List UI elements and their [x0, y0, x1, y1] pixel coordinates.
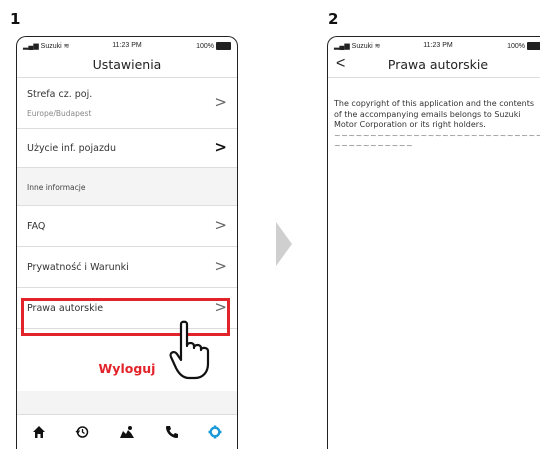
status-bar: ▂▄▆ Suzuki ≋ 11:23 PM 100%	[17, 37, 237, 53]
chevron-right-icon: >	[214, 93, 227, 112]
battery-icon	[527, 42, 540, 50]
step-number-2: 2	[328, 10, 339, 28]
phone-screen-settings: ▂▄▆ Suzuki ≋ 11:23 PM 100% Ustawienia St…	[16, 36, 238, 449]
hand-pointer-icon	[169, 320, 210, 380]
settings-header: Ustawienia	[17, 53, 237, 78]
phone-screen-copyright: ▂▄▆ Suzuki ≋ 11:23 PM 100% < Prawa autor…	[327, 36, 540, 449]
copyright-body: The copyright of this application and th…	[334, 99, 540, 152]
timezone-row[interactable]: Strefa cz. poj. Europe/Budapest >	[17, 78, 237, 129]
map-icon[interactable]	[119, 425, 135, 439]
timezone-value: Europe/Budapest	[27, 109, 92, 118]
privacy-row[interactable]: Prywatność i Warunki >	[17, 247, 237, 288]
battery-icon	[216, 42, 231, 50]
chevron-right-icon: >	[214, 216, 227, 235]
tab-bar	[17, 414, 237, 449]
timezone-label: Strefa cz. poj.	[27, 89, 93, 100]
section-label: Inne informacje	[27, 183, 86, 192]
vehicle-info-row[interactable]: Użycie inf. pojazdu >	[17, 129, 237, 168]
faq-row[interactable]: FAQ >	[17, 206, 237, 247]
logout-label: Wyloguj	[98, 361, 156, 376]
page-title: Ustawienia	[92, 57, 162, 72]
home-icon[interactable]	[32, 425, 46, 439]
section-header-other: Inne informacje	[17, 168, 237, 206]
battery-indicator: 100%	[196, 42, 231, 50]
settings-icon[interactable]	[208, 425, 222, 439]
copyright-text: The copyright of this application and th…	[334, 99, 534, 129]
spacer	[17, 387, 237, 415]
battery-indicator: 100%	[507, 42, 540, 50]
step-number-1: 1	[10, 10, 21, 28]
tilde-line: ~~~~~~~~~~~	[334, 141, 414, 150]
status-bar: ▂▄▆ Suzuki ≋ 11:23 PM 100%	[328, 37, 540, 53]
next-step-arrow	[276, 222, 292, 266]
history-icon[interactable]	[75, 425, 89, 439]
chevron-right-icon: >	[214, 138, 227, 157]
privacy-label: Prywatność i Warunki	[27, 262, 129, 273]
vehicle-info-label: Użycie inf. pojazdu	[27, 143, 116, 154]
tilde-line: ~~~~~~~~~~~~~~~~~~~~~~~~~~~~~~~~~~~~	[334, 130, 540, 140]
copyright-header: < Prawa autorskie	[328, 53, 540, 78]
faq-label: FAQ	[27, 221, 46, 232]
page-title: Prawa autorskie	[387, 57, 489, 72]
phone-icon[interactable]	[165, 425, 179, 439]
chevron-right-icon: >	[214, 257, 227, 276]
